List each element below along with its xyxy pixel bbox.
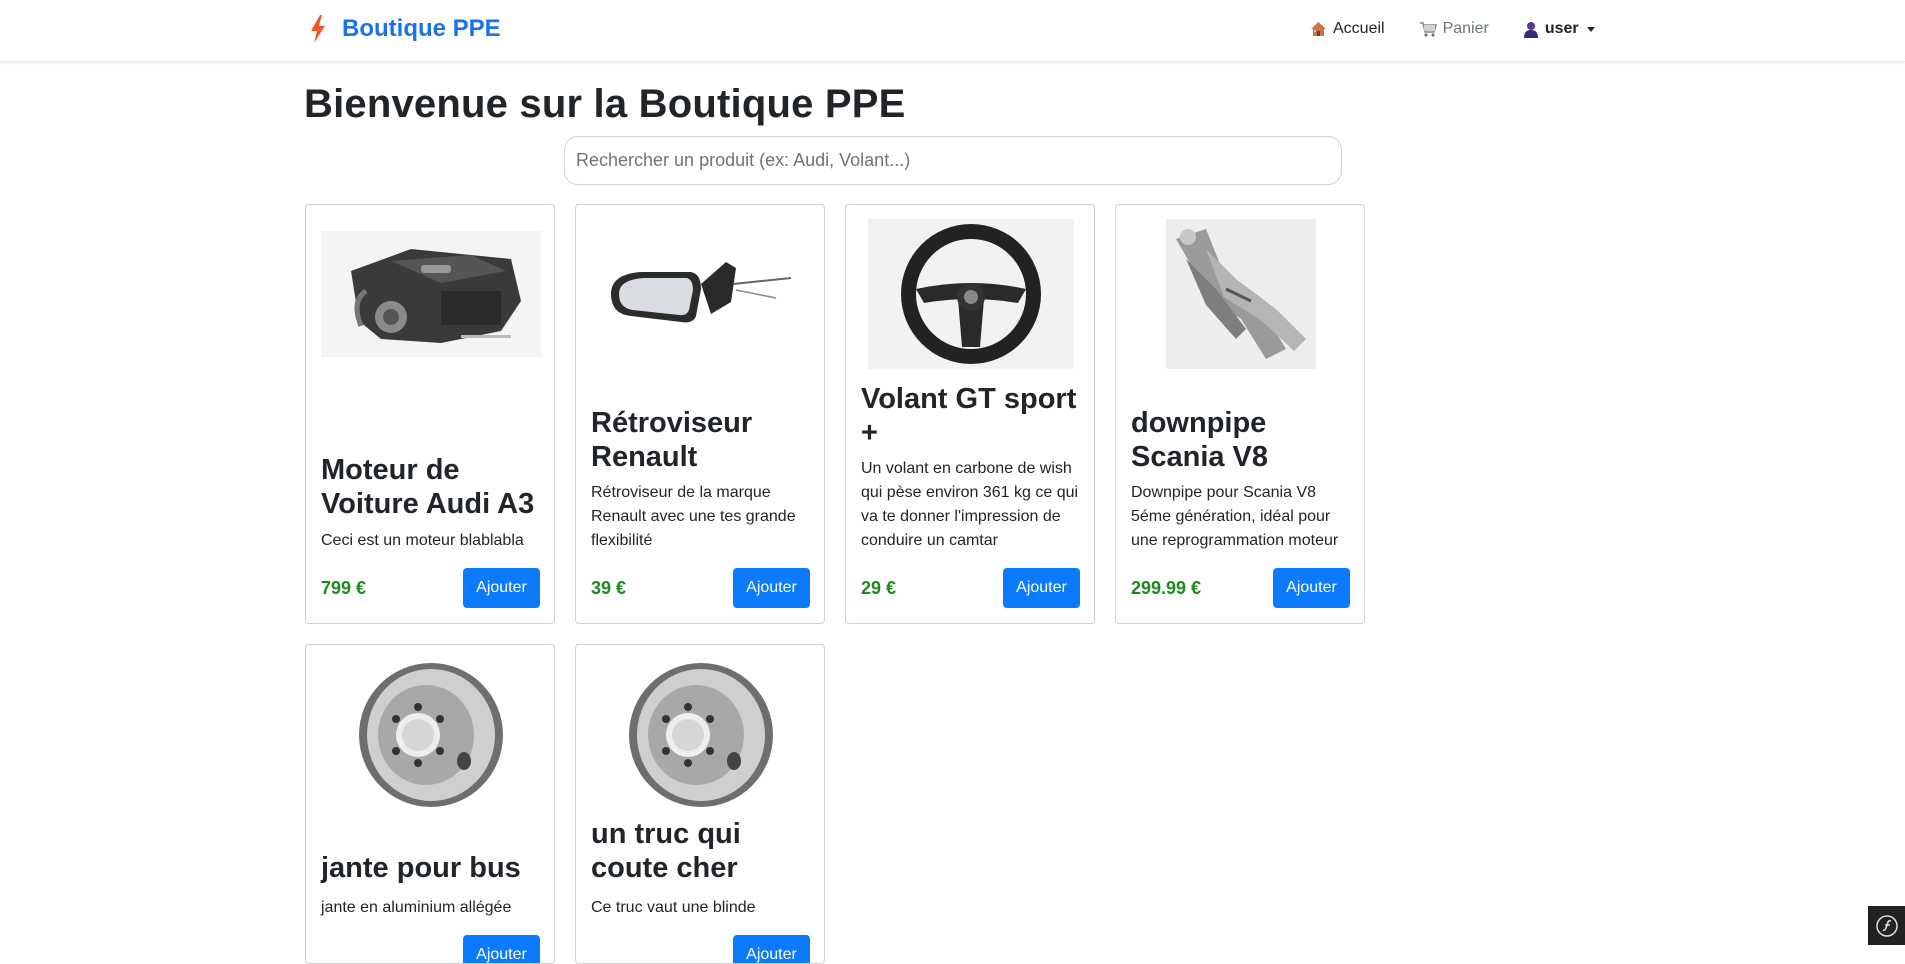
product-price: 299.99 € [1131,578,1202,598]
brand-label: Boutique PPE [342,15,501,42]
symfony-logo-icon [1875,914,1898,937]
chevron-down-icon [1586,26,1595,32]
wheel-rim-image [591,661,811,809]
search-input[interactable] [564,136,1342,185]
mirror-image [591,219,811,369]
downpipe-image [1131,219,1351,369]
add-to-cart-button[interactable]: Ajouter [733,568,810,608]
product-description: Downpipe pour Scania V8 5éme génération,… [1131,484,1339,549]
navbar: Boutique PPE Accueil Panier user [0,0,1905,62]
engine-image [321,219,541,369]
steering-wheel-image [861,219,1081,369]
product-title: downpipe Scania V8 [1131,407,1269,473]
product-description: Ce truc vaut une blinde [591,899,756,916]
lightning-icon [311,15,325,43]
nav-home-link[interactable]: Accueil [1310,20,1385,38]
product-title: Volant GT sport + [861,383,1077,449]
add-to-cart-button[interactable]: Ajouter [1273,568,1350,608]
product-card: Rétroviseur Renault Rétroviseur de la ma… [575,204,825,624]
nav-links: Accueil Panier user [1310,20,1595,38]
product-card: Moteur de Voiture Audi A3 Ceci est un mo… [305,204,555,624]
product-description: jante en aluminium allégée [321,899,512,916]
nav-home-label: Accueil [1333,20,1385,37]
add-to-cart-button[interactable]: Ajouter [733,935,810,963]
page-title: Bienvenue sur la Boutique PPE [304,82,906,126]
product-price: 29 € [861,578,897,598]
product-card: Volant GT sport + Un volant en carbone d… [845,204,1095,624]
product-price: 799 € [321,578,367,598]
add-to-cart-button[interactable]: Ajouter [1003,568,1080,608]
user-icon [1523,21,1538,38]
nav-cart-label: Panier [1442,20,1489,37]
user-label: user [1544,20,1579,37]
product-title: jante pour bus [321,852,521,884]
product-description: Ceci est un moteur blablabla [321,532,524,549]
product-card: downpipe Scania V8 Downpipe pour Scania … [1115,204,1365,624]
wheel-rim-image [321,661,541,809]
symfony-toolbar-toggle[interactable] [1868,906,1905,945]
product-price: 39 € [591,578,627,598]
user-dropdown[interactable]: user [1523,20,1595,38]
product-title: Rétroviseur Renault [591,407,753,473]
add-to-cart-button[interactable]: Ajouter [463,568,540,608]
product-description: Un volant en carbone de wish qui pèse en… [861,460,1079,549]
product-description: Rétroviseur de la marque Renault avec un… [591,484,796,549]
product-card: jante pour bus jante en aluminium allégé… [305,644,555,964]
product-card: un truc qui coute cher Ce truc vaut une … [575,644,825,964]
product-title: Moteur de Voiture Audi A3 [321,454,535,520]
nav-cart-link[interactable]: Panier [1419,20,1489,38]
product-title: un truc qui coute cher [591,818,741,884]
house-icon [1311,22,1326,36]
cart-icon [1419,22,1437,37]
brand-link[interactable]: Boutique PPE [308,15,501,43]
add-to-cart-button[interactable]: Ajouter [463,935,540,963]
